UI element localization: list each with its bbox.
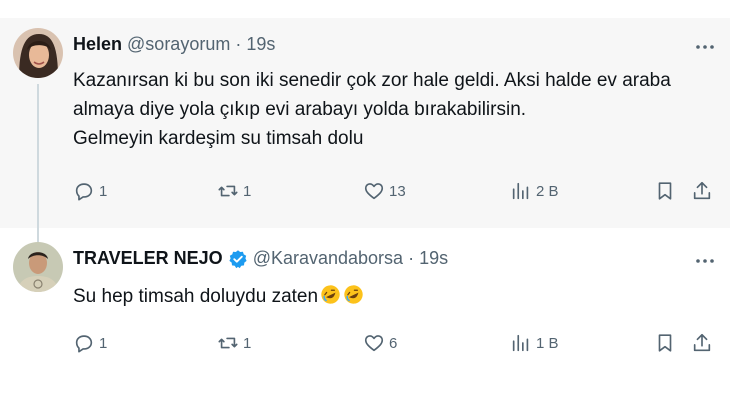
tweet-text-content: Su hep timsah doluydu zaten: [73, 286, 319, 307]
speech-bubble-icon: [75, 335, 93, 353]
tweet-text-line: Su hep timsah doluydu zaten: [73, 282, 700, 311]
repost-count: 1: [243, 182, 252, 200]
share-button[interactable]: [691, 180, 713, 202]
tweet-text: Su hep timsah doluydu zaten: [73, 282, 700, 311]
views-button[interactable]: 2 B: [510, 180, 559, 202]
action-bar: 1 1 13 2 B: [73, 180, 716, 208]
views-count: 2 B: [536, 182, 559, 200]
separator: ·: [408, 248, 415, 268]
reply-count: 1: [99, 334, 108, 352]
action-bar: 1 1 6 1 B: [73, 332, 716, 360]
tweet[interactable]: Helen @sorayorum · 19s Kazanırsan ki bu …: [0, 18, 730, 228]
author-name[interactable]: Helen: [73, 34, 122, 55]
tweet-text-line: Kazanırsan ki bu son iki senedir çok zor…: [73, 70, 671, 91]
share-button[interactable]: [691, 332, 713, 354]
author-name[interactable]: TRAVELER NEJO: [73, 248, 223, 269]
author-handle[interactable]: @Karavandaborsa: [253, 248, 403, 269]
timestamp[interactable]: 19s: [419, 248, 448, 269]
reply-button[interactable]: 1: [73, 332, 107, 354]
bookmark-button[interactable]: [654, 180, 676, 202]
verified-badge-icon: [229, 249, 247, 268]
reply-count: 1: [99, 182, 108, 200]
repost-button[interactable]: 1: [217, 180, 251, 202]
views-button[interactable]: 1 B: [510, 332, 559, 354]
timestamp[interactable]: 19s: [246, 34, 275, 55]
heart-icon: [364, 335, 384, 352]
share-upload-icon: [693, 333, 711, 352]
like-button[interactable]: 6: [363, 332, 397, 354]
like-button[interactable]: 13: [363, 180, 406, 202]
rolling-on-floor-laughing-icon: [321, 285, 340, 304]
bookmark-icon: [658, 182, 672, 200]
separator: ·: [235, 34, 242, 54]
tweet[interactable]: TRAVELER NEJO @Karavandaborsa · 19s Su h…: [0, 228, 730, 420]
bar-chart-icon: [512, 182, 529, 200]
share-upload-icon: [693, 181, 711, 200]
tweet-header: Helen @sorayorum · 19s: [73, 34, 275, 55]
bookmark-icon: [658, 334, 672, 352]
tweet-text-line: Gelmeyin kardeşim su timsah dolu: [73, 128, 364, 149]
avatar[interactable]: [13, 242, 63, 292]
author-handle[interactable]: @sorayorum: [127, 34, 230, 55]
like-count: 13: [389, 182, 406, 200]
like-count: 6: [389, 334, 398, 352]
repost-button[interactable]: 1: [217, 332, 251, 354]
repost-arrows-icon: [218, 337, 238, 349]
tweet-header: TRAVELER NEJO @Karavandaborsa · 19s: [73, 248, 448, 269]
thread-line: [37, 84, 39, 228]
bar-chart-icon: [512, 334, 529, 352]
thread-line: [37, 228, 39, 242]
reply-button[interactable]: 1: [73, 180, 107, 202]
repost-arrows-icon: [218, 185, 238, 197]
more-dots-icon[interactable]: [694, 36, 716, 58]
heart-icon: [364, 183, 384, 200]
tweet-text: Kazanırsan ki bu son iki senedir çok zor…: [73, 66, 700, 153]
avatar[interactable]: [13, 28, 63, 78]
bookmark-button[interactable]: [654, 332, 676, 354]
views-count: 1 B: [536, 334, 559, 352]
speech-bubble-icon: [75, 183, 93, 201]
tweet-text-line: almaya diye yola çıkıp evi arabayı yolda…: [73, 99, 527, 120]
repost-count: 1: [243, 334, 252, 352]
more-dots-icon[interactable]: [694, 250, 716, 272]
rolling-on-floor-laughing-icon: [344, 285, 363, 304]
